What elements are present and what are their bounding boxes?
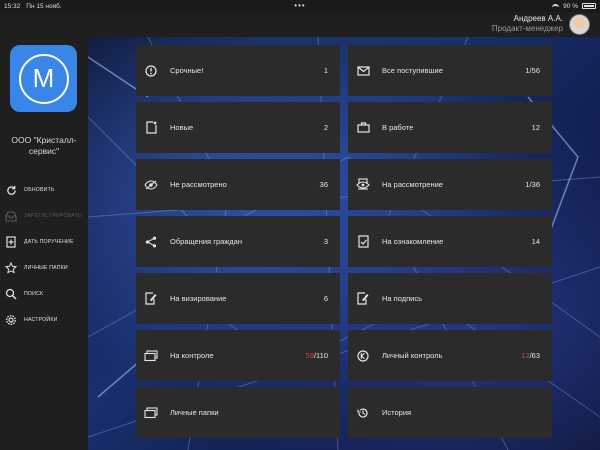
tile-on-control[interactable]: На контроле 59/110 (136, 330, 340, 381)
tile-history[interactable]: История (348, 387, 552, 438)
sidebar-item-search[interactable]: Поиск (0, 281, 88, 307)
avatar[interactable] (569, 14, 590, 35)
tile-count: 1 (323, 66, 328, 75)
tile-all-incoming[interactable]: Все поступившие 1/56 (348, 45, 552, 96)
user-info[interactable]: Андреев А.А. Продакт-менеджер (492, 14, 563, 33)
sign-document-icon (144, 292, 158, 306)
sidebar: М ООО "Кристалл-сервис" обновить Зарегис… (0, 37, 88, 450)
user-name: Андреев А.А. (513, 14, 563, 23)
organization-name: ООО "Кристалл-сервис" (11, 135, 77, 156)
tile-label: Новые (170, 123, 194, 132)
alert-circle-icon (144, 64, 158, 78)
envelope-icon (356, 64, 370, 78)
tile-label: Все поступившие (382, 66, 443, 75)
eye-off-icon (144, 178, 158, 192)
tile-count-highlight: 59 (305, 351, 314, 360)
tile-count: 14 (531, 237, 540, 246)
tile-count: 2 (323, 123, 328, 132)
tile-label: Личный контроль (382, 351, 443, 360)
briefcase-icon (356, 121, 370, 135)
history-icon (356, 406, 370, 420)
wifi-icon (552, 3, 560, 9)
top-header: Андреев А.А. Продакт-менеджер (0, 12, 600, 37)
sidebar-item-personal-folders[interactable]: Личные папки (0, 255, 88, 281)
sidebar-item-label: Личные папки (24, 265, 68, 271)
tile-count: 36 (319, 180, 328, 189)
sidebar-item-settings[interactable]: Настройки (0, 307, 88, 333)
tile-label: На ознакомление (382, 237, 444, 246)
tile-urgent[interactable]: Срочные! 1 (136, 45, 340, 96)
star-icon (5, 262, 17, 274)
tile-count: 59/110 (306, 351, 328, 360)
multitask-dots[interactable]: ••• (294, 2, 305, 10)
tile-count: 12 (531, 123, 540, 132)
checked-document-icon (356, 235, 370, 249)
inbox-icon (5, 210, 17, 222)
search-icon (5, 288, 17, 300)
k-circle-icon (356, 349, 370, 363)
user-role: Продакт-менеджер (491, 24, 563, 33)
sidebar-item-register[interactable]: Зарегистрировать (0, 203, 88, 229)
logo-letter: М (32, 63, 55, 93)
tile-for-acquaintance[interactable]: На ознакомление 14 (348, 216, 552, 267)
refresh-icon (5, 184, 17, 196)
tile-count-total: /63 (529, 351, 540, 360)
tile-for-approval[interactable]: На визирование 6 (136, 273, 340, 324)
gear-icon (5, 314, 17, 326)
tile-in-progress[interactable]: В работе 12 (348, 102, 552, 153)
tile-citizen-appeals[interactable]: Обращения граждан 3 (136, 216, 340, 267)
battery-icon (582, 3, 596, 9)
sidebar-item-label: обновить (24, 187, 55, 193)
tile-new[interactable]: Новые 2 (136, 102, 340, 153)
sidebar-item-label: Дать поручение (24, 239, 74, 245)
tile-count: 12/63 (521, 351, 540, 360)
tile-count-total: /110 (313, 351, 328, 360)
sidebar-item-refresh[interactable]: обновить (0, 177, 88, 203)
organization-logo: М (10, 45, 77, 112)
sidebar-item-label: Зарегистрировать (24, 213, 82, 219)
tile-for-review[interactable]: На рассмотрение 1/36 (348, 159, 552, 210)
tile-count: 1/56 (525, 66, 540, 75)
new-document-icon (144, 121, 158, 135)
tile-label: Не рассмотрено (170, 180, 227, 189)
tile-count: 1/36 (525, 180, 540, 189)
tile-label: Обращения граждан (170, 237, 242, 246)
status-time: 15:32 (4, 2, 21, 10)
folders-icon (144, 406, 158, 420)
status-date: Пн 15 нояб. (26, 2, 62, 10)
battery-percent: 90 % (563, 2, 578, 10)
tile-label: На визирование (170, 294, 227, 303)
tile-label: В работе (382, 123, 414, 132)
tile-count: 3 (323, 237, 328, 246)
sidebar-item-label: Настройки (24, 317, 58, 323)
status-bar: 15:32 Пн 15 нояб. ••• 90 % (0, 0, 600, 12)
tile-for-signature[interactable]: На подпись (348, 273, 552, 324)
document-plus-icon (5, 236, 17, 248)
tile-count: 6 (323, 294, 328, 303)
tile-label: На рассмотрение (382, 180, 443, 189)
sidebar-item-label: Поиск (24, 291, 44, 297)
tile-not-reviewed[interactable]: Не рассмотрено 36 (136, 159, 340, 210)
review-icon (356, 178, 370, 192)
tile-personal-control[interactable]: Личный контроль 12/63 (348, 330, 552, 381)
tile-count-highlight: 12 (521, 351, 530, 360)
tile-personal-folders[interactable]: Личные папки (136, 387, 340, 438)
tile-label: На подпись (382, 294, 423, 303)
dashboard-area: Срочные! 1 Новые 2 Не рассмотрено 36 Обр… (88, 37, 600, 450)
share-icon (144, 235, 158, 249)
tile-label: Срочные! (170, 66, 204, 75)
sign-document-icon (356, 292, 370, 306)
sidebar-item-assign[interactable]: Дать поручение (0, 229, 88, 255)
sidebar-menu: обновить Зарегистрировать Дать поручение… (0, 177, 88, 333)
tile-label: История (382, 408, 412, 417)
tile-label: Личные папки (170, 408, 219, 417)
folders-icon (144, 349, 158, 363)
tile-label: На контроле (170, 351, 214, 360)
